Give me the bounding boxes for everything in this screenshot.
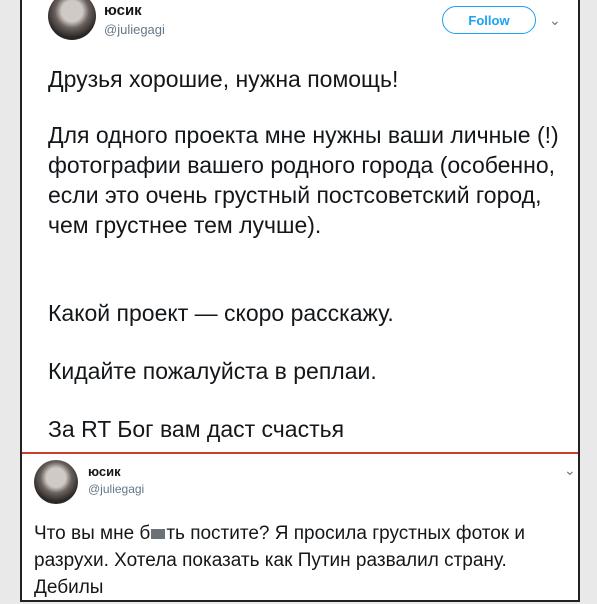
tweet-paragraph: Для одного проекта мне нужны ваши личные… — [48, 122, 559, 238]
chevron-down-icon[interactable]: ⌄ — [549, 12, 561, 29]
censor-block — [151, 528, 166, 539]
tweet-paragraph: За RT Бог вам даст счастья — [48, 416, 345, 442]
tweet-paragraph: Друзья хорошие, нужна помощь! — [48, 66, 399, 92]
reply-text-before: Что вы мне б — [34, 523, 151, 544]
tweet-paragraph: Какой проект — скоро расскажу. — [48, 300, 394, 326]
tweet-paragraph: Кидайте пожалуйста в реплаи. — [48, 358, 377, 384]
reply-chevron-down-icon[interactable]: ⌄ — [564, 462, 576, 479]
reply-avatar[interactable] — [34, 460, 78, 504]
reply-paragraph: Что вы мне б ть постите? Я просила грустн… — [34, 520, 574, 600]
follow-button[interactable]: Follow — [442, 6, 536, 34]
divider — [22, 452, 578, 454]
reply-display-name[interactable]: юсик — [88, 464, 121, 479]
screenshot-frame: юсик @juliegagi Follow ⌄ Друзья хорошие,… — [20, 0, 580, 602]
user-handle[interactable]: @juliegagi — [104, 22, 165, 37]
reply-user-handle[interactable]: @juliegagi — [88, 482, 144, 496]
avatar[interactable] — [48, 0, 96, 40]
display-name[interactable]: юсик — [104, 2, 142, 19]
